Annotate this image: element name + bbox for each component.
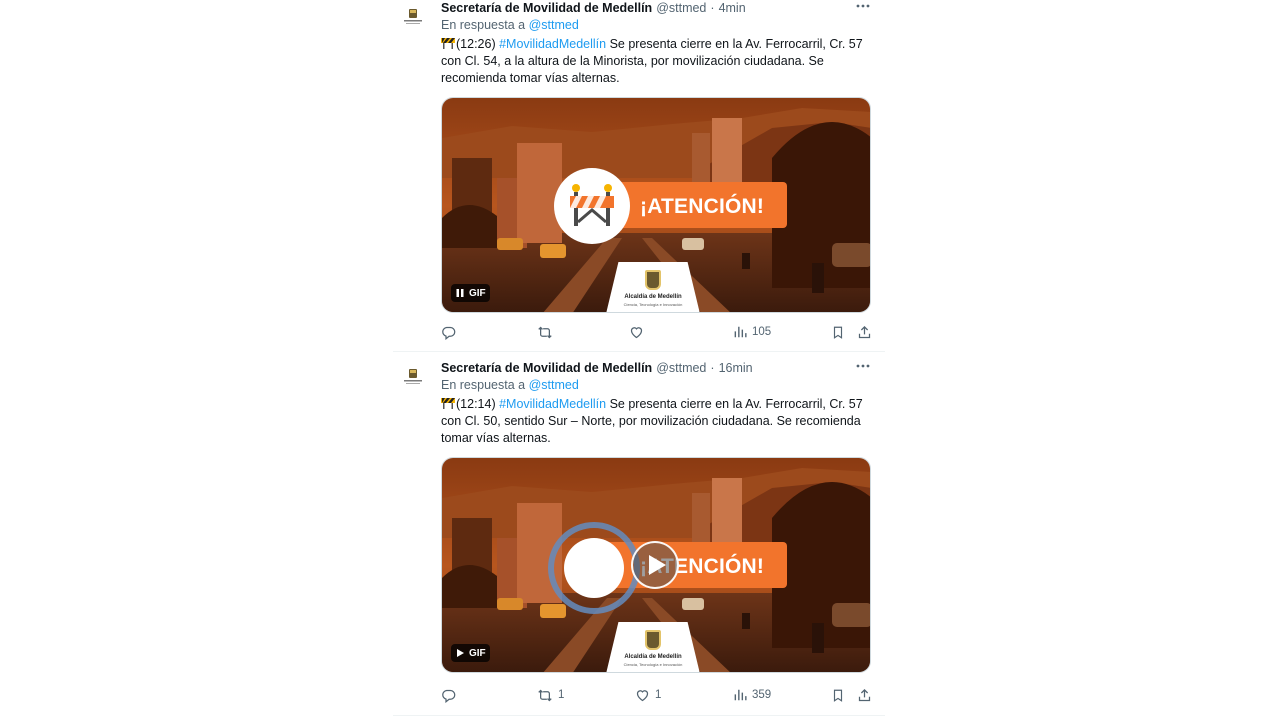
gif-label: GIF [469, 287, 486, 299]
barrier-icon-circle [554, 168, 630, 244]
views-count: 105 [752, 326, 772, 338]
pause-icon[interactable] [455, 288, 465, 298]
reply-icon [442, 326, 456, 340]
bookmark-icon [833, 326, 843, 339]
logo-subtitle: Ciencia, Tecnología e Innovación [623, 662, 683, 667]
tweet-media-gif[interactable]: ¡ATENCIÓN! Alcaldía de Medellín Ciencia,… [441, 457, 871, 673]
like-button[interactable]: 1 [635, 685, 661, 705]
retweet-icon [538, 689, 552, 701]
reply-mention[interactable]: @sttmed [529, 378, 579, 392]
tweet[interactable]: Secretaría de Movilidad de Medellín @stt… [393, 352, 885, 716]
tweet-header: Secretaría de Movilidad de Medellín @stt… [441, 360, 753, 376]
reply-mention[interactable]: @sttmed [529, 18, 579, 32]
hashtag-link[interactable]: #MovilidadMedellín [499, 37, 606, 51]
avatar[interactable] [402, 6, 424, 28]
author-handle[interactable]: @sttmed [656, 361, 706, 375]
reply-prefix: En respuesta a [441, 18, 526, 32]
logo-subtitle: Ciencia, Tecnología e Innovación [623, 302, 683, 307]
timeline: Secretaría de Movilidad de Medellín @stt… [393, 0, 885, 720]
construction-icon [441, 397, 455, 409]
bookmark-button[interactable] [831, 685, 845, 705]
play-icon[interactable] [455, 648, 465, 658]
share-button[interactable] [857, 685, 872, 705]
share-icon [858, 688, 871, 701]
tweet-time-tag: (12:14) [456, 397, 496, 411]
retweet-button[interactable] [537, 322, 558, 342]
author-handle[interactable]: @sttmed [656, 1, 706, 15]
separator: · [710, 1, 715, 15]
reply-prefix: En respuesta a [441, 378, 526, 392]
play-icon [649, 555, 666, 575]
gif-badge[interactable]: GIF [451, 284, 490, 302]
loading-circle [564, 538, 624, 598]
retweet-count: 1 [558, 689, 565, 701]
tweet-actions: 1 1 359 [441, 685, 877, 705]
more-options-icon[interactable] [853, 0, 873, 14]
alcaldia-logo: Alcaldía de Medellín Ciencia, Tecnología… [605, 622, 701, 672]
tweet-header: Secretaría de Movilidad de Medellín @stt… [441, 0, 746, 16]
retweet-button[interactable]: 1 [537, 685, 564, 705]
reply-button[interactable] [441, 322, 461, 342]
loading-ring [548, 522, 640, 614]
coat-of-arms-icon [645, 270, 661, 290]
alcaldia-logo: Alcaldía de Medellín Ciencia, Tecnología… [605, 262, 701, 312]
attention-headline: ¡ATENCIÓN! [640, 195, 765, 218]
reply-context: En respuesta a @sttmed [441, 18, 579, 32]
construction-icon [441, 37, 455, 49]
tweet-time-tag: (12:26) [456, 37, 496, 51]
tweet-media-gif[interactable]: ¡ATENCIÓN! Alcaldía de Medellín Ciencia,… [441, 97, 871, 313]
share-icon [858, 325, 871, 338]
views-button[interactable]: 359 [733, 685, 771, 705]
author-name[interactable]: Secretaría de Movilidad de Medellín [441, 361, 652, 375]
timestamp[interactable]: 16min [719, 361, 753, 375]
heart-icon [636, 689, 649, 701]
retweet-icon [538, 326, 552, 338]
tweet-text: (12:14) #MovilidadMedellín Se presenta c… [441, 396, 877, 447]
logo-title: Alcaldía de Medellín [624, 294, 682, 300]
hashtag-link[interactable]: #MovilidadMedellín [499, 397, 606, 411]
logo-title: Alcaldía de Medellín [624, 654, 682, 660]
avatar[interactable] [402, 366, 424, 388]
more-options-icon[interactable] [853, 358, 873, 374]
tweet-divider [393, 715, 885, 716]
reply-button[interactable] [441, 685, 461, 705]
bookmark-button[interactable] [831, 322, 845, 342]
tweet-actions: 105 [441, 322, 877, 342]
author-name[interactable]: Secretaría de Movilidad de Medellín [441, 1, 652, 15]
road-barrier-icon [570, 184, 614, 226]
views-count: 359 [752, 689, 772, 701]
views-icon [734, 689, 747, 701]
timestamp[interactable]: 4min [719, 1, 746, 15]
bookmark-icon [833, 689, 843, 702]
play-button[interactable] [631, 541, 679, 589]
tweet[interactable]: Secretaría de Movilidad de Medellín @stt… [393, 0, 885, 352]
views-button[interactable]: 105 [733, 322, 771, 342]
views-icon [734, 326, 747, 338]
like-count: 1 [655, 689, 662, 701]
reply-icon [442, 689, 456, 703]
gif-label: GIF [469, 647, 486, 659]
coat-of-arms-icon [645, 630, 661, 650]
separator: · [710, 361, 715, 375]
gif-badge[interactable]: GIF [451, 644, 490, 662]
heart-icon [630, 326, 643, 338]
tweet-text: (12:26) #MovilidadMedellín Se presenta c… [441, 36, 877, 87]
reply-context: En respuesta a @sttmed [441, 378, 579, 392]
share-button[interactable] [857, 322, 872, 342]
like-button[interactable] [629, 322, 649, 342]
